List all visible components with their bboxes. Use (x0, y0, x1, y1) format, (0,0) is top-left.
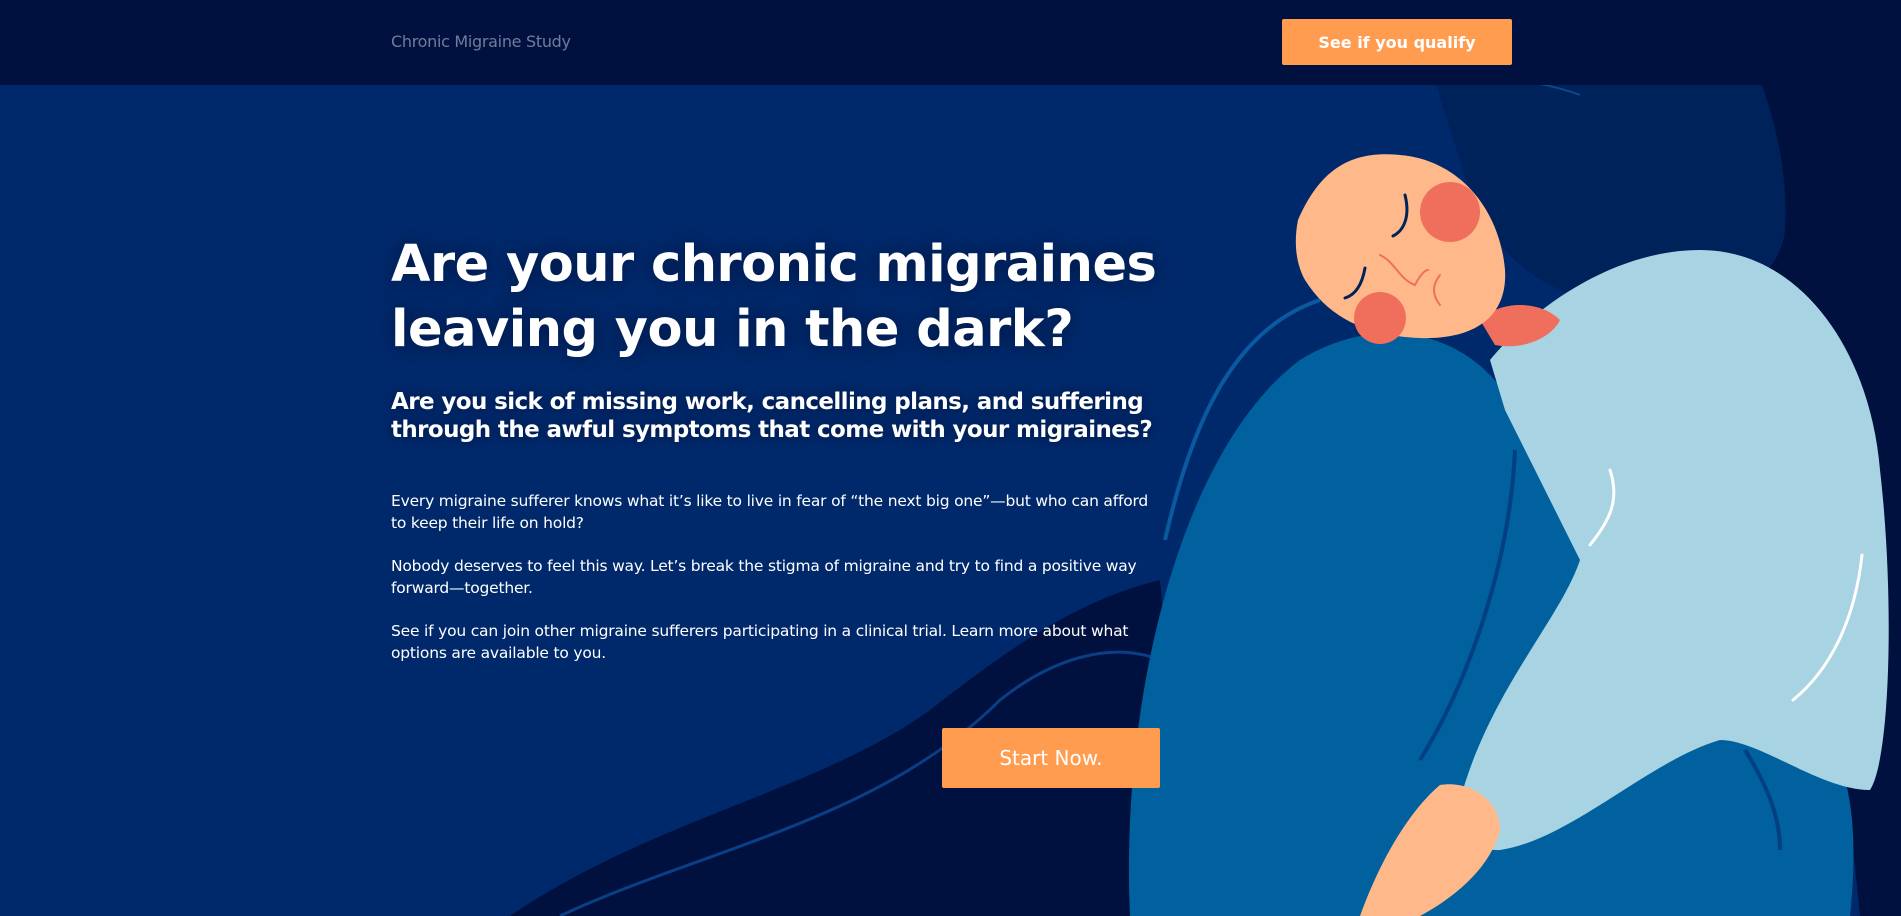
hero-title: Are your chronic migraines leaving you i… (391, 235, 1157, 359)
cheek-shape (1354, 292, 1406, 344)
start-now-button[interactable]: Start Now. (942, 728, 1160, 788)
hero-body: Every migraine sufferer knows what it’s … (391, 490, 1161, 664)
hero-section: Are your chronic migraines leaving you i… (391, 232, 1161, 685)
hero-paragraph: Nobody deserves to feel this way. Let’s … (391, 557, 1137, 597)
hero-paragraph: See if you can join other migraine suffe… (391, 622, 1129, 662)
see-if-you-qualify-button[interactable]: See if you qualify (1282, 19, 1512, 65)
brand-name[interactable]: Chronic Migraine Study (391, 32, 571, 51)
cheek-shape (1420, 182, 1480, 242)
hero-subtitle: Are you sick of missing work, cancelling… (391, 389, 1153, 443)
top-navigation-bar: Chronic Migraine Study See if you qualif… (0, 0, 1901, 85)
hero-paragraph: Every migraine sufferer knows what it’s … (391, 492, 1149, 532)
